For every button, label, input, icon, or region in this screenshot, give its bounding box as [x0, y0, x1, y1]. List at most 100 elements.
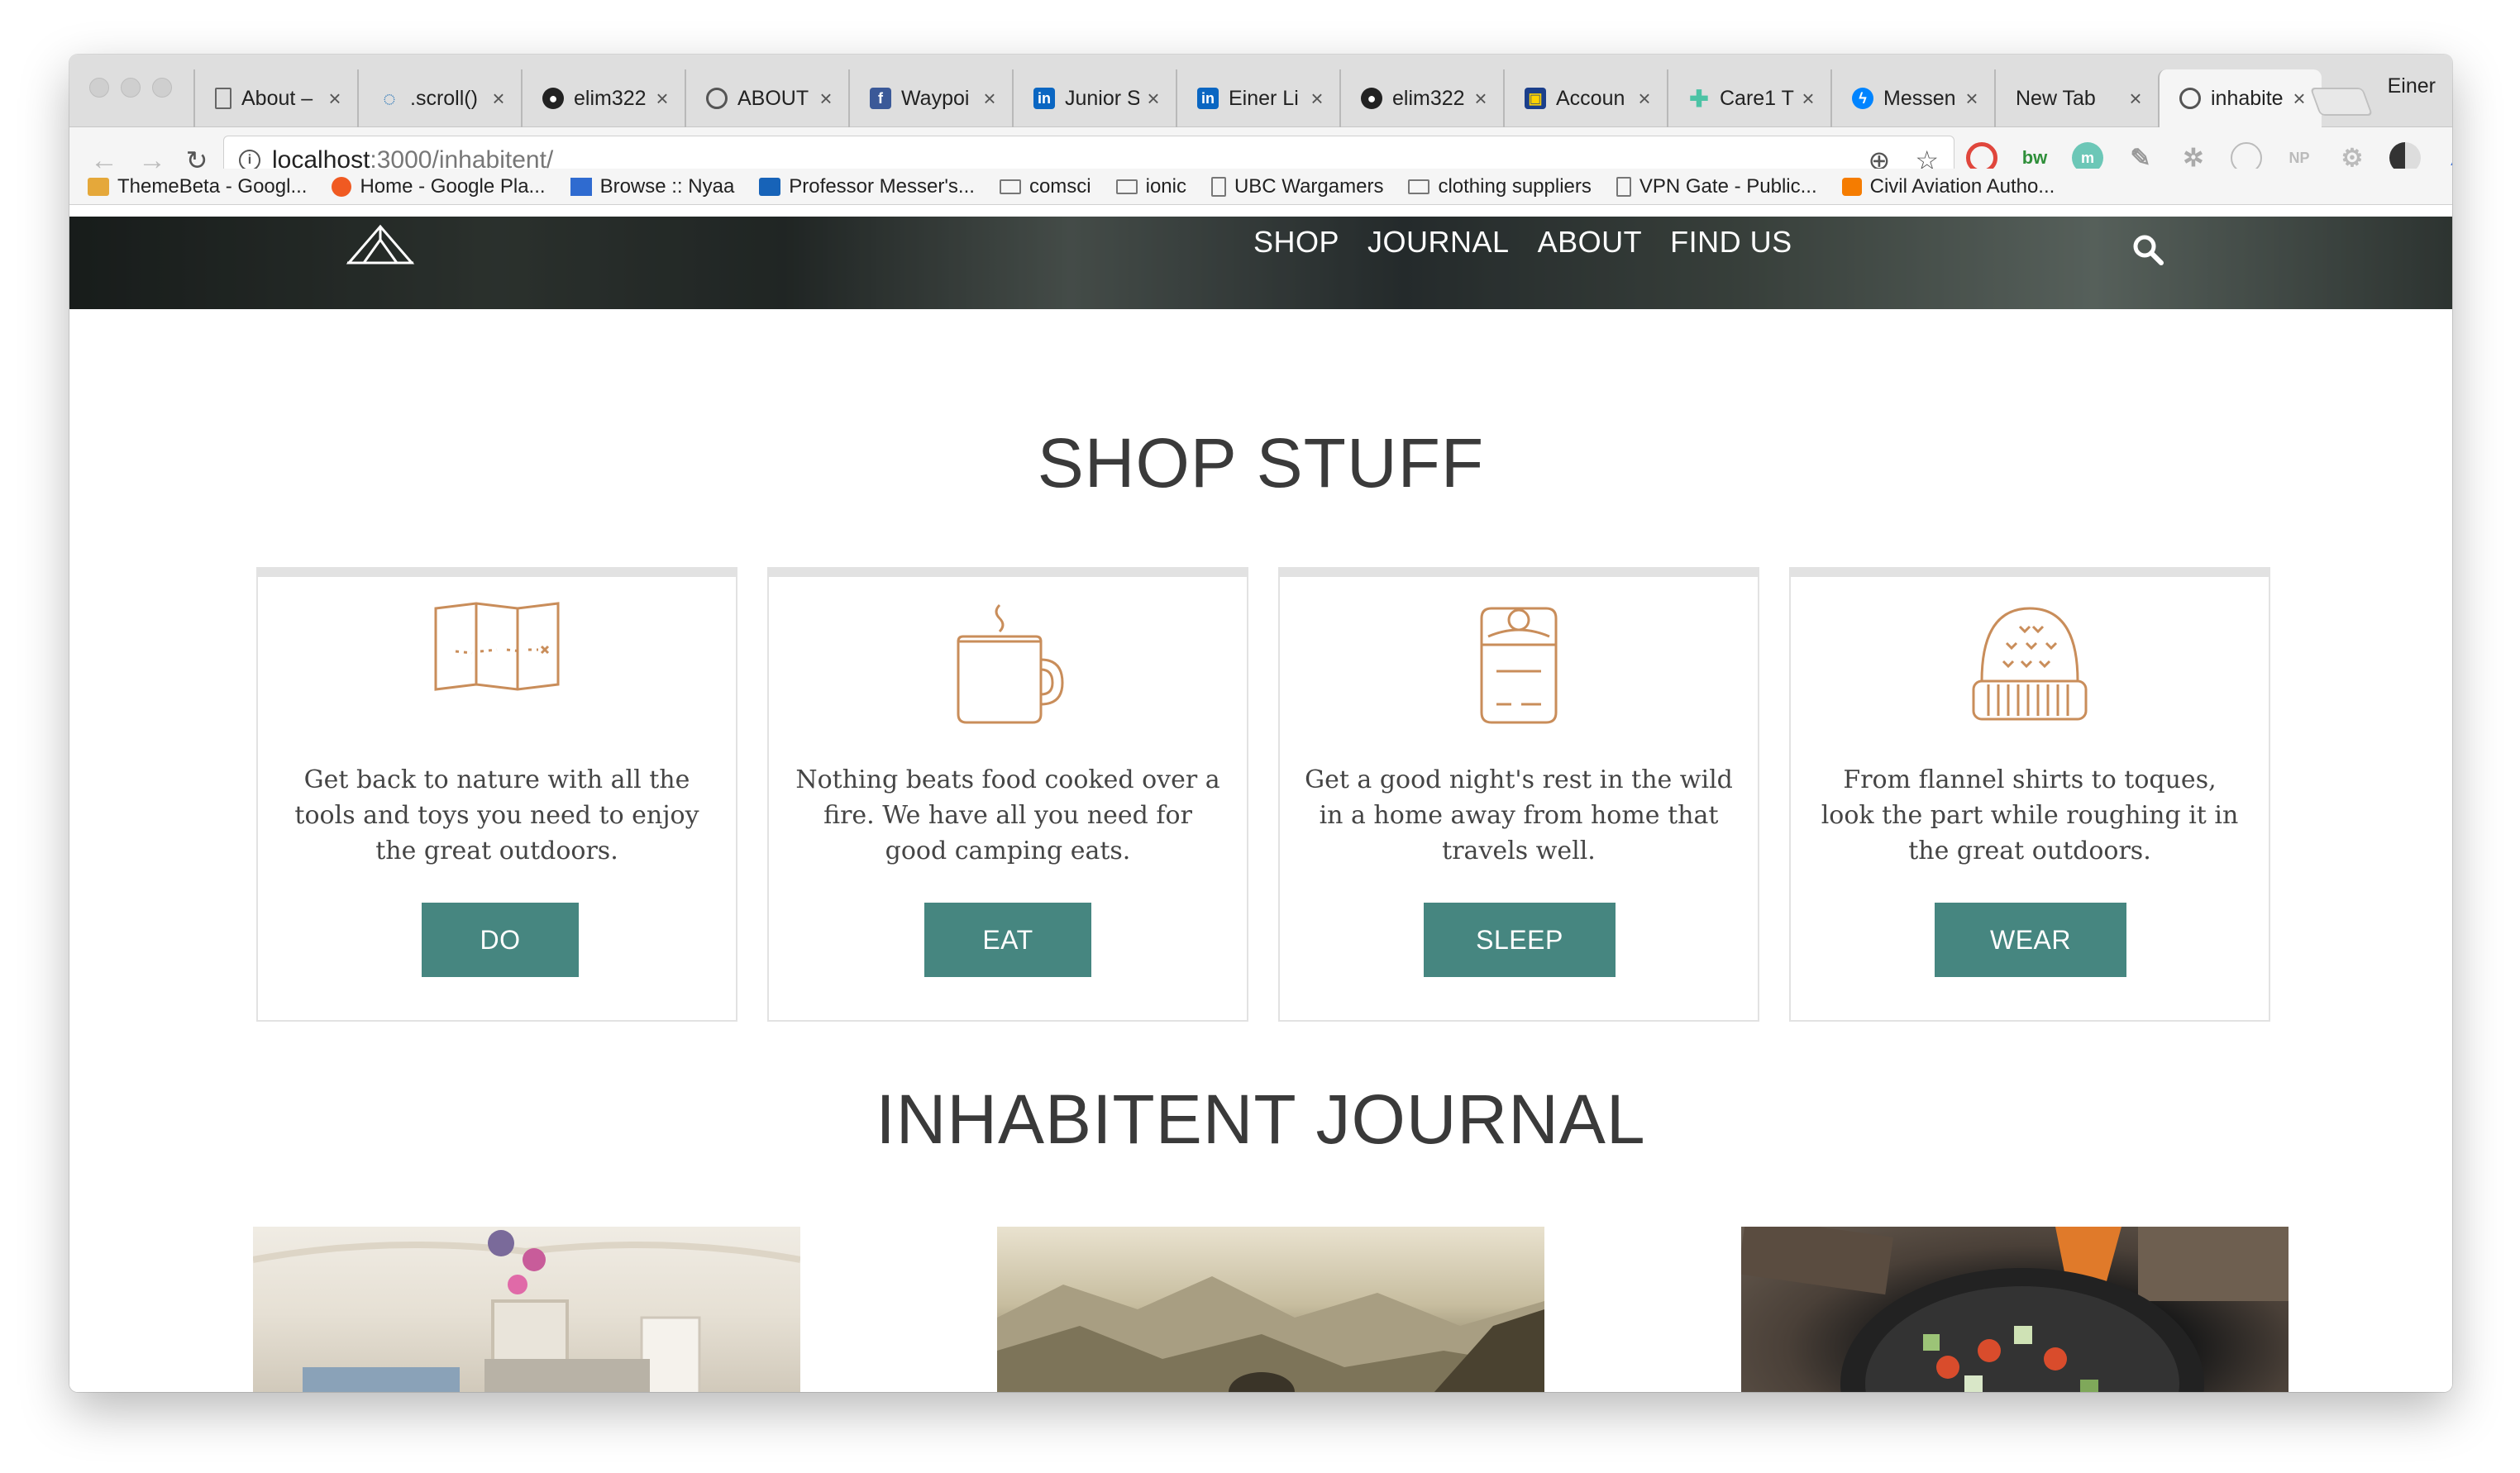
nav-about[interactable]: ABOUT [1538, 225, 1643, 260]
main-nav: SHOP JOURNAL ABOUT FIND US [1253, 225, 1792, 260]
tab-close-icon[interactable]: × [817, 86, 835, 112]
linkedin-icon: in [1033, 88, 1055, 109]
search-icon[interactable] [2131, 233, 2164, 266]
tabs: About – × ◌ .scroll() × ● elim322 × ABOU… [193, 69, 2322, 127]
bookmark-item[interactable]: ionic [1115, 174, 1186, 198]
jquery-icon: ◌ [383, 85, 396, 111]
bookmark-label: ionic [1145, 174, 1186, 198]
tab-close-icon[interactable]: × [1799, 86, 1817, 112]
bookmark-item[interactable]: UBC Wargamers [1210, 174, 1384, 198]
bookmark-label: Browse :: Nyaa [599, 174, 735, 198]
shop-card-do: Get back to nature with all the tools an… [256, 567, 737, 1022]
tab-linkedin-1[interactable]: in Junior S × [1012, 69, 1176, 127]
blogger-icon [1841, 177, 1862, 196]
tent-interior-photo[interactable] [253, 1227, 800, 1392]
profile-name[interactable]: Einer [2388, 74, 2436, 98]
map-icon [434, 602, 560, 691]
bookmark-item[interactable]: Civil Aviation Autho... [1841, 175, 2055, 198]
sleep-button[interactable]: SLEEP [1424, 903, 1616, 977]
tab-close-icon[interactable]: × [2290, 86, 2308, 112]
tent-logo-icon[interactable] [346, 222, 415, 266]
tab-title: New Tab [2016, 86, 2096, 110]
tab-title: ABOUT [737, 86, 809, 110]
tab-care1[interactable]: ✚ Care1 T × [1667, 69, 1830, 127]
tab-close-icon[interactable]: × [1963, 86, 1981, 112]
tab-close-icon[interactable]: × [326, 86, 344, 112]
web-page: SHOP JOURNAL ABOUT FIND US SHOP STUFF Ge… [69, 217, 2452, 1392]
tab-facebook[interactable]: f Waypoi × [848, 69, 1012, 127]
shop-card-sleep: Get a good night's rest in the wild in a… [1278, 567, 1759, 1022]
tent-interior-art [253, 1230, 800, 1392]
close-window-button[interactable] [89, 78, 109, 98]
tab-inhabitent[interactable]: inhabite × [2158, 69, 2322, 127]
bookmark-label: clothing suppliers [1438, 174, 1592, 198]
campfire-pan-photo[interactable] [1741, 1227, 2289, 1392]
github-icon: ● [542, 88, 564, 109]
tab-title: About – [241, 86, 313, 110]
bookmark-label: ThemeBeta - Googl... [117, 174, 308, 198]
minimize-window-button[interactable] [121, 78, 141, 98]
bookmark-item[interactable]: clothing suppliers [1408, 174, 1592, 198]
tab-close-icon[interactable]: × [1144, 86, 1162, 112]
tab-close-icon[interactable]: × [981, 86, 999, 112]
globe-icon [2179, 88, 2201, 109]
toque-icon [1972, 607, 2088, 721]
eat-button[interactable]: EAT [924, 903, 1091, 977]
bookmark-item[interactable]: comsci [999, 175, 1091, 198]
tab-close-icon[interactable]: × [489, 86, 508, 112]
tab-title: Waypoi [901, 86, 970, 110]
bookmark-item[interactable]: Home - Google Pla... [332, 174, 546, 198]
page-icon [215, 88, 231, 109]
tab-messenger[interactable]: ϟ Messen × [1830, 69, 1994, 127]
do-button[interactable]: DO [422, 903, 579, 977]
card-text: Get a good night's rest in the wild in a… [1305, 765, 1733, 865]
tab-close-icon[interactable]: × [653, 86, 671, 112]
globe-icon [706, 88, 728, 109]
wear-button[interactable]: WEAR [1935, 903, 2126, 977]
card-text: From flannel shirts to toques, look the … [1821, 765, 2239, 865]
nav-journal[interactable]: JOURNAL [1367, 225, 1510, 260]
tab-close-icon[interactable]: × [1635, 86, 1654, 112]
tab-title: elim322 [574, 86, 647, 110]
tab-title: elim322 [1392, 86, 1465, 110]
tab-title: Care1 T [1720, 86, 1794, 110]
bookmarks-bar: ThemeBeta - Googl... Home - Google Pla..… [69, 169, 2452, 205]
page-icon [1210, 176, 1226, 197]
new-tab-button[interactable] [2309, 88, 2374, 116]
tab-github-1[interactable]: ● elim322 × [521, 69, 685, 127]
bookmark-label: Home - Google Pla... [360, 174, 546, 198]
tab-scroll[interactable]: ◌ .scroll() × [357, 69, 521, 127]
shop-card-wear: From flannel shirts to toques, look the … [1789, 567, 2270, 1022]
messenger-icon: ϟ [1852, 88, 1873, 109]
tab-github-2[interactable]: ● elim322 × [1339, 69, 1503, 127]
bookmark-label: UBC Wargamers [1234, 174, 1384, 198]
nav-shop[interactable]: SHOP [1253, 225, 1339, 260]
page-icon [1616, 176, 1631, 197]
nyaa-icon [570, 177, 592, 196]
bookmark-item[interactable]: Browse :: Nyaa [570, 174, 735, 198]
maximize-window-button[interactable] [152, 78, 172, 98]
sleeping-bag-icon [1480, 607, 1558, 724]
tab-close-icon[interactable]: × [2126, 86, 2145, 112]
shop-card-eat: Nothing beats food cooked over a fire. W… [767, 567, 1248, 1022]
campfire-art [1741, 1227, 2289, 1392]
tab-about-2[interactable]: ABOUT × [685, 69, 848, 127]
mountain-sunrise-photo[interactable] [997, 1227, 1544, 1392]
tab-linkedin-2[interactable]: in Einer Li × [1176, 69, 1339, 127]
bookmark-item[interactable]: ThemeBeta - Googl... [88, 175, 307, 198]
tab-close-icon[interactable]: × [1308, 86, 1326, 112]
bookmark-label: VPN Gate - Public... [1639, 174, 1817, 198]
tab-title: Accoun [1556, 86, 1625, 110]
bookmark-item[interactable]: VPN Gate - Public... [1616, 175, 1817, 198]
folder-icon [1408, 179, 1430, 194]
tab-new-tab[interactable]: New Tab × [1994, 69, 2158, 127]
tab-about[interactable]: About – × [193, 69, 357, 127]
tab-account[interactable]: ▣ Accoun × [1503, 69, 1667, 127]
window-controls [89, 78, 172, 98]
folder-icon [1115, 179, 1138, 194]
bookmark-item[interactable]: Professor Messer's... [759, 175, 975, 198]
tab-strip: About – × ◌ .scroll() × ● elim322 × ABOU… [69, 55, 2452, 127]
nav-find-us[interactable]: FIND US [1670, 225, 1792, 260]
tab-close-icon[interactable]: × [1472, 86, 1490, 112]
bank-icon: ▣ [1525, 88, 1546, 109]
